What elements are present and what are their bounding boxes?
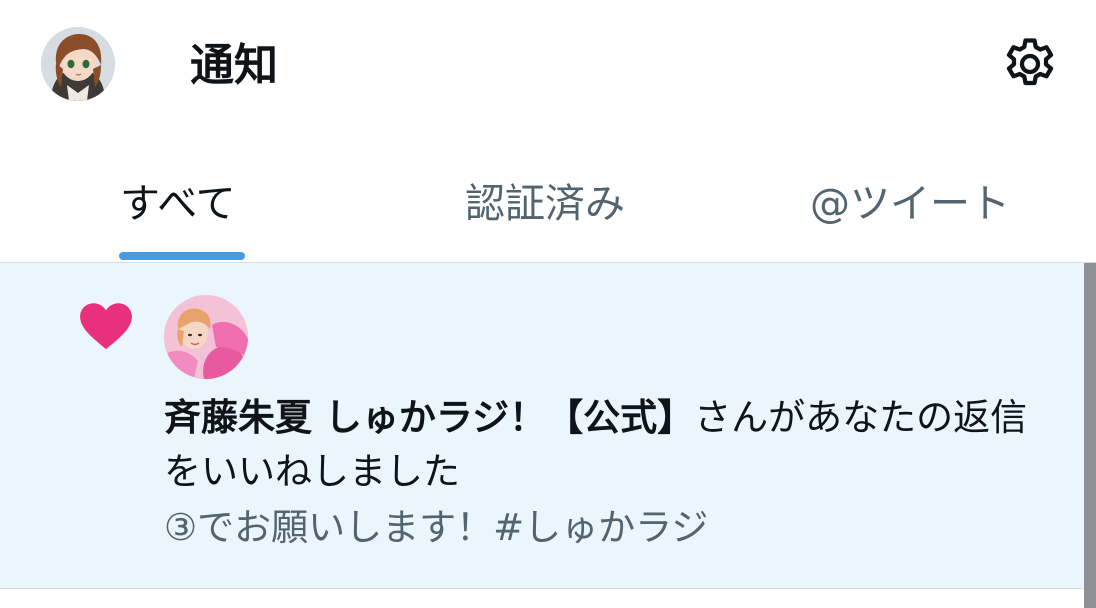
header: 通知 (0, 0, 1096, 130)
notification-tabs: すべて 認証済み @ツイート (0, 150, 1096, 263)
heart-icon (79, 301, 133, 351)
active-tab-indicator (119, 252, 245, 260)
tab-verified[interactable]: 認証済み (465, 178, 625, 230)
settings-button[interactable] (1000, 34, 1060, 94)
liker-avatar-image (164, 295, 248, 379)
scrollbar[interactable] (1084, 263, 1096, 608)
liker-name[interactable]: 斉藤朱夏 しゅかラジ！【公式】 (164, 396, 694, 439)
user-avatar-icon (41, 27, 115, 101)
tab-mentions[interactable]: @ツイート (810, 178, 1010, 230)
liker-avatar[interactable] (164, 295, 248, 379)
notification-item[interactable]: 斉藤朱夏 しゅかラジ！【公式】さんがあなたの返信をいいねしました ③でお願いしま… (0, 263, 1084, 589)
profile-avatar[interactable] (41, 27, 115, 101)
notifications-screen: 通知 すべて 認証済み @ツイート 斉藤朱夏 しゅかラジ！【公式】さんがあなたの… (0, 0, 1096, 608)
gear-icon (1006, 38, 1054, 86)
reply-snippet: ③でお願いします！#しゅかラジ (164, 506, 709, 549)
notification-text: 斉藤朱夏 しゅかラジ！【公式】さんがあなたの返信をいいねしました (164, 391, 1064, 499)
tab-all[interactable]: すべて (120, 178, 236, 230)
page-title: 通知 (190, 40, 278, 91)
